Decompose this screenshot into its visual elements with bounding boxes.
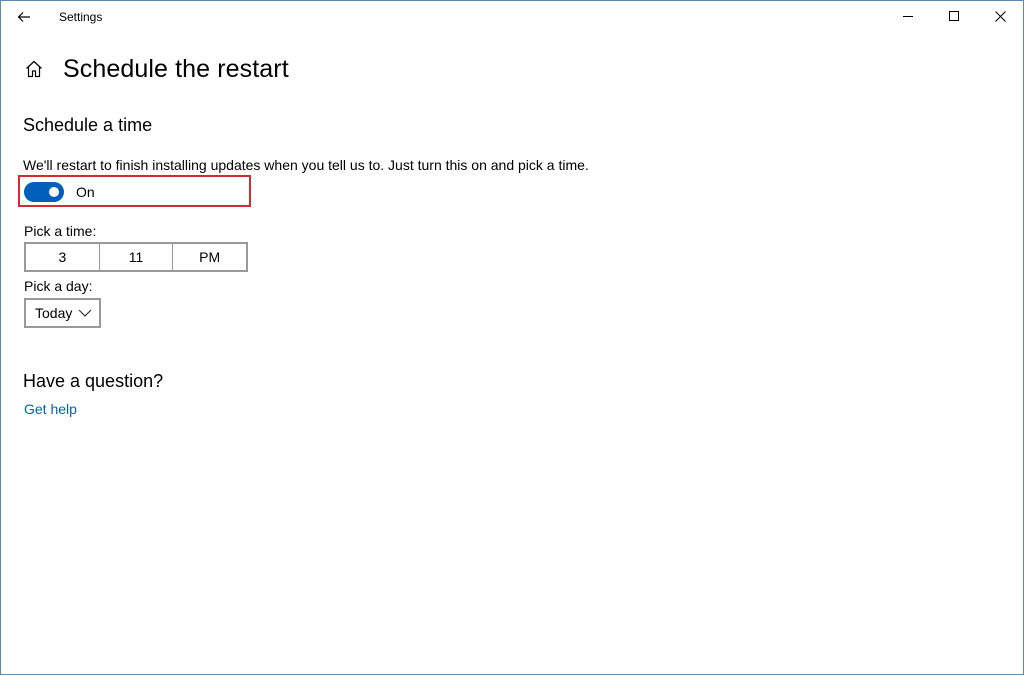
window-title: Settings <box>59 10 103 24</box>
time-picker: 3 11 PM <box>24 242 248 272</box>
page-title: Schedule the restart <box>63 54 289 83</box>
back-button[interactable] <box>9 5 39 29</box>
page-header: Schedule the restart <box>23 51 289 87</box>
schedule-toggle-row: On <box>24 182 95 202</box>
maximize-icon <box>949 11 959 21</box>
minimize-icon <box>903 16 913 17</box>
window-controls <box>885 1 1023 33</box>
section-title-schedule: Schedule a time <box>23 115 153 135</box>
close-icon <box>994 10 1006 22</box>
toggle-knob <box>49 187 59 197</box>
schedule-description: We'll restart to finish installing updat… <box>23 157 589 173</box>
time-hour[interactable]: 3 <box>26 244 99 270</box>
day-dropdown[interactable]: Today <box>24 298 101 328</box>
question-title: Have a question? <box>23 371 164 391</box>
back-arrow-icon <box>17 12 30 22</box>
pick-day-label: Pick a day: <box>24 278 93 294</box>
toggle-state-label: On <box>76 184 95 200</box>
time-minute[interactable]: 11 <box>98 244 173 270</box>
pick-time-label: Pick a time: <box>24 223 97 239</box>
home-icon <box>26 60 42 78</box>
close-button[interactable] <box>977 1 1023 31</box>
maximize-button[interactable] <box>931 1 977 31</box>
settings-window: Settings Schedule the restart Schedule a… <box>0 0 1024 675</box>
chevron-down-icon <box>78 309 92 317</box>
schedule-toggle-switch[interactable] <box>24 182 64 202</box>
minimize-button[interactable] <box>885 1 931 31</box>
time-period[interactable]: PM <box>172 244 246 270</box>
title-bar: Settings <box>1 1 1023 33</box>
get-help-link[interactable]: Get help <box>24 401 77 417</box>
day-dropdown-value: Today <box>35 305 73 321</box>
home-button[interactable] <box>23 58 45 80</box>
